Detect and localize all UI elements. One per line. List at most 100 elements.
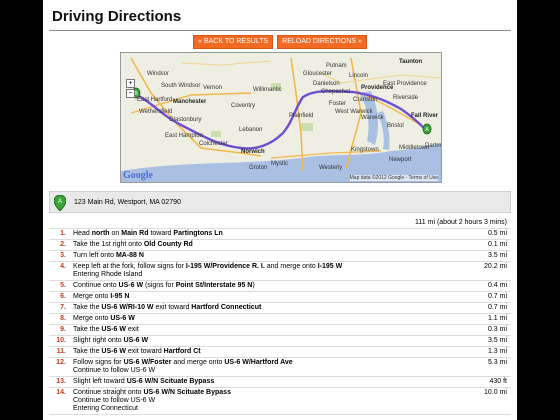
map-label: Fall River bbox=[411, 113, 439, 119]
route-summary: 111 mi (about 2 hours 3 mins) bbox=[415, 219, 507, 226]
map-label: Taunton bbox=[399, 59, 423, 65]
step-distance: 10.0 mi bbox=[484, 389, 507, 396]
map-label: East Providence bbox=[383, 81, 427, 87]
map-label: Colchester bbox=[199, 141, 228, 147]
direction-step[interactable]: 8. Merge onto US-6 W 1.1 mi bbox=[49, 314, 511, 325]
step-instruction: Continue onto US-6 W (signs for Point St… bbox=[73, 282, 255, 289]
marker-label: A bbox=[58, 199, 62, 205]
step-note: Continue to follow US-6 W bbox=[73, 367, 156, 374]
map-label: Lincoln bbox=[349, 73, 369, 79]
map-label: Wethersfield bbox=[139, 109, 173, 115]
map-zoom-control: + − bbox=[126, 79, 136, 99]
step-distance: 1.3 mi bbox=[487, 348, 507, 355]
step-number: 13. bbox=[56, 378, 66, 385]
start-address-bar: A 123 Main Rd, Westport, MA 02790 bbox=[49, 191, 511, 213]
directions-list: 1. Head north on Main Rd toward Partingto… bbox=[49, 228, 511, 415]
step-instruction: Take the 1st right onto Old County Rd bbox=[73, 241, 193, 248]
step-number: 8. bbox=[60, 315, 66, 322]
step-instruction: Take the US-6 W/RI-10 W exit toward Hart… bbox=[73, 304, 262, 311]
map-label: West Warwick bbox=[335, 109, 373, 115]
step-distance: 3.5 mi bbox=[487, 337, 507, 344]
map-label: Gloucester bbox=[303, 71, 333, 77]
step-distance: 20.2 mi bbox=[484, 263, 507, 270]
step-number: 11. bbox=[56, 348, 66, 355]
map-label: Warwick bbox=[361, 115, 384, 121]
direction-step[interactable]: 4. Keep left at the fork, follow signs fo… bbox=[49, 262, 511, 281]
direction-step[interactable]: 14. Continue straight onto US-6 W/N Scitu… bbox=[49, 388, 511, 415]
title-divider bbox=[49, 30, 511, 31]
map-copyright: Map data ©2012 Google - Terms of Use bbox=[349, 175, 438, 181]
step-instruction: Merge onto US-6 W bbox=[73, 315, 135, 322]
back-to-results-button[interactable]: « BACK TO RESULTS bbox=[193, 35, 274, 49]
map-label: Norwich bbox=[241, 149, 265, 155]
step-number: 4. bbox=[60, 263, 66, 270]
step-instruction: Follow signs for US-6 W/Foster and merge… bbox=[73, 359, 469, 375]
step-number: 1. bbox=[60, 230, 66, 237]
map-label: Danielson bbox=[313, 81, 340, 87]
direction-step[interactable]: 10. Slight right onto US-6 W 3.5 mi bbox=[49, 336, 511, 347]
direction-step[interactable]: 12. Follow signs for US-6 W/Foster and me… bbox=[49, 358, 511, 377]
direction-step[interactable]: 13. Slight left toward US-6 W/N Scituate … bbox=[49, 377, 511, 388]
page-title: Driving Directions bbox=[52, 8, 182, 25]
direction-step[interactable]: 1. Head north on Main Rd toward Partingto… bbox=[49, 229, 511, 240]
direction-step[interactable]: 2. Take the 1st right onto Old County Rd 0… bbox=[49, 240, 511, 251]
marker-a-icon: A bbox=[54, 195, 66, 211]
zoom-in-icon[interactable]: + bbox=[126, 79, 135, 88]
reload-directions-button[interactable]: RELOAD DIRECTIONS » bbox=[277, 35, 367, 49]
step-note: Entering Connecticut bbox=[73, 405, 138, 412]
step-instruction: Keep left at the fork, follow signs for … bbox=[73, 263, 469, 279]
step-number: 6. bbox=[60, 293, 66, 300]
map-label: Vernon bbox=[203, 85, 223, 91]
step-instruction: Take the US-6 W exit bbox=[73, 326, 139, 333]
map-label: Riverside bbox=[393, 95, 419, 101]
step-number: 3. bbox=[60, 252, 66, 259]
step-distance: 3.5 mi bbox=[487, 252, 507, 259]
start-address: 123 Main Rd, Westport, MA 02790 bbox=[74, 199, 181, 206]
direction-step[interactable]: 5. Continue onto US-6 W (signs for Point … bbox=[49, 281, 511, 292]
step-distance: 0.1 mi bbox=[487, 241, 507, 248]
step-distance: 0.5 mi bbox=[487, 230, 507, 237]
step-number: 10. bbox=[56, 337, 66, 344]
step-instruction: Head north on Main Rd toward Partingtons… bbox=[73, 230, 223, 237]
step-distance: 430 ft bbox=[489, 378, 507, 385]
map-label: Windsor bbox=[147, 71, 170, 77]
map-label: East Hartford bbox=[137, 97, 173, 103]
step-distance: 0.7 mi bbox=[487, 304, 507, 311]
map-label: Glastonbury bbox=[169, 117, 202, 123]
map-label: Coventry bbox=[231, 103, 256, 109]
step-distance: 1.1 mi bbox=[487, 315, 507, 322]
map-label: Plainfield bbox=[289, 113, 314, 119]
route-map[interactable]: B A Windsor South Windsor Vernon East Ha… bbox=[120, 52, 442, 183]
origin-marker[interactable]: A bbox=[422, 123, 432, 135]
map-label: Foster bbox=[329, 101, 347, 107]
map-label: Manchester bbox=[173, 99, 207, 105]
directions-panel: Driving Directions « BACK TO RESULTS REL… bbox=[43, 0, 517, 420]
step-number: 7. bbox=[60, 304, 66, 311]
map-label: Mystic bbox=[271, 161, 288, 167]
step-instruction: Continue straight onto US-6 W/N Scituate… bbox=[73, 389, 469, 413]
map-label: Kingstown bbox=[351, 147, 379, 153]
step-note: Continue to follow US-6 W bbox=[73, 397, 156, 404]
step-number: 12. bbox=[56, 359, 66, 366]
step-instruction: Merge onto I-95 N bbox=[73, 293, 130, 300]
button-row: « BACK TO RESULTS RELOAD DIRECTIONS » bbox=[43, 35, 517, 49]
map-label: Westerly bbox=[319, 165, 343, 171]
direction-step[interactable]: 9. Take the US-6 W exit 0.3 mi bbox=[49, 325, 511, 336]
map-label: Bristol bbox=[387, 123, 404, 129]
zoom-out-icon[interactable]: − bbox=[126, 89, 135, 98]
direction-step[interactable]: 6. Merge onto I-95 N 0.7 mi bbox=[49, 292, 511, 303]
map-label: Cranston bbox=[353, 97, 378, 103]
step-distance: 5.3 mi bbox=[487, 359, 507, 366]
direction-step[interactable]: 11. Take the US-6 W exit toward Hartford … bbox=[49, 347, 511, 358]
map-label: Newport bbox=[389, 157, 412, 163]
step-number: 14. bbox=[56, 389, 66, 396]
map-label: Dartm bbox=[425, 143, 442, 149]
step-instruction: Slight left toward US-6 W/N Scituate Byp… bbox=[73, 378, 215, 385]
google-logo: Google bbox=[123, 170, 153, 181]
direction-step[interactable]: 7. Take the US-6 W/RI-10 W exit toward Ha… bbox=[49, 303, 511, 314]
map-label: Lebanon bbox=[239, 127, 263, 133]
step-distance: 0.4 mi bbox=[487, 282, 507, 289]
map-label: Willimantic bbox=[253, 87, 282, 93]
direction-step[interactable]: 3. Turn left onto MA-88 N 3.5 mi bbox=[49, 251, 511, 262]
step-instruction: Take the US-6 W exit toward Hartford Ct bbox=[73, 348, 201, 355]
